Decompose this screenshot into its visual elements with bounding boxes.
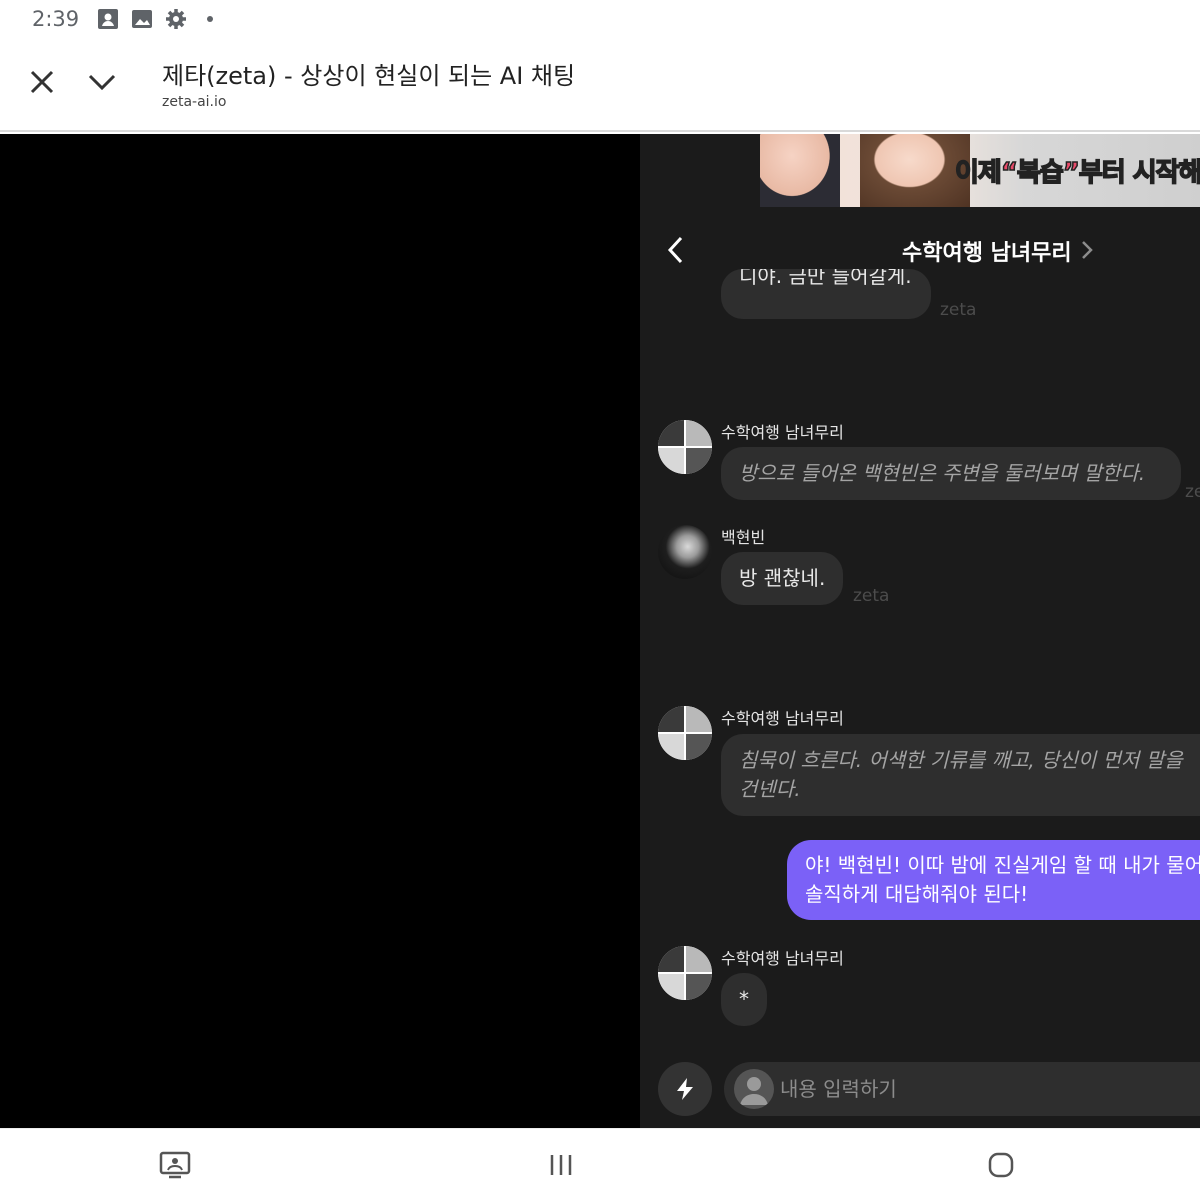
message-input[interactable]	[780, 1062, 1200, 1116]
notification-dot-icon	[207, 16, 214, 22]
status-bar: 2:39	[0, 0, 1200, 38]
message-bubble: 디야. 금만 들어갈게.	[721, 269, 931, 319]
empty-video-area	[0, 134, 640, 1128]
banner-image-woman	[860, 134, 970, 207]
watermark: zeta	[940, 300, 977, 320]
page-title: 제타(zeta) - 상상이 현실이 되는 AI 채팅	[162, 62, 576, 90]
quick-action-button[interactable]	[658, 1062, 712, 1116]
message-bubble: *	[721, 973, 767, 1026]
watermark: ze	[1185, 482, 1200, 502]
avatar[interactable]	[658, 525, 712, 579]
chat-input-row	[640, 1062, 1200, 1118]
sender-name: 수학여행 남녀무리	[721, 709, 844, 728]
watermark: zeta	[853, 586, 890, 606]
avatar[interactable]	[658, 706, 712, 760]
close-button[interactable]	[26, 66, 58, 98]
user-message-bubble: 야! 백현빈! 이따 밤에 진실게임 할 때 내가 물어 솔직하게 대답해줘야 …	[787, 840, 1200, 920]
recent-apps-icon	[550, 1155, 572, 1175]
sender-name: 백현빈	[721, 528, 766, 547]
close-icon	[30, 70, 54, 94]
message-bubble: 침묵이 흐른다. 어색한 기류를 깨고, 당신이 먼저 말을 건넨다.	[721, 734, 1200, 816]
settings-gear-icon	[165, 8, 187, 30]
ad-banner[interactable]: 이제“복습”부터 시작해볼	[760, 134, 1200, 207]
lightning-bolt-icon	[677, 1078, 693, 1100]
banner-image-man	[760, 134, 840, 207]
chat-title[interactable]: 수학여행 남녀무리	[902, 235, 1072, 267]
person-icon	[740, 1077, 768, 1105]
sender-name: 수학여행 남녀무리	[721, 949, 844, 968]
system-nav-bar	[0, 1128, 1200, 1200]
back-arrow-icon[interactable]	[664, 235, 688, 265]
sender-name: 수학여행 남녀무리	[721, 423, 844, 442]
recent-apps-button[interactable]	[541, 1149, 581, 1181]
page-url: zeta-ai.io	[162, 94, 227, 110]
screen-cast-icon	[159, 1151, 191, 1179]
avatar[interactable]	[658, 420, 712, 474]
message-bubble: 방 괜찮네.	[721, 552, 844, 605]
status-time: 2:39	[32, 7, 80, 31]
avatar[interactable]	[658, 946, 712, 1000]
screen-cast-button[interactable]	[155, 1149, 195, 1181]
banner-text: 이제“복습”부터 시작해볼	[954, 157, 1200, 189]
home-icon	[988, 1152, 1014, 1178]
image-icon	[131, 8, 153, 30]
chevron-right-icon[interactable]	[1080, 240, 1094, 260]
chevron-down-icon	[88, 74, 116, 91]
browser-header: 제타(zeta) - 상상이 현실이 되는 AI 채팅 zeta-ai.io	[0, 38, 1200, 132]
message-bubble: 방으로 들어온 백현빈은 주변을 둘러보며 말한다.	[721, 447, 1181, 500]
persona-avatar[interactable]	[734, 1069, 774, 1109]
message-input-container[interactable]	[724, 1062, 1200, 1116]
home-button[interactable]	[981, 1149, 1021, 1181]
collapse-button[interactable]	[86, 66, 118, 98]
chat-panel: 이제“복습”부터 시작해볼 수학여행 남녀무리 디야. 금만 들어갈게. zet…	[640, 134, 1200, 1128]
account-icon	[97, 8, 119, 30]
